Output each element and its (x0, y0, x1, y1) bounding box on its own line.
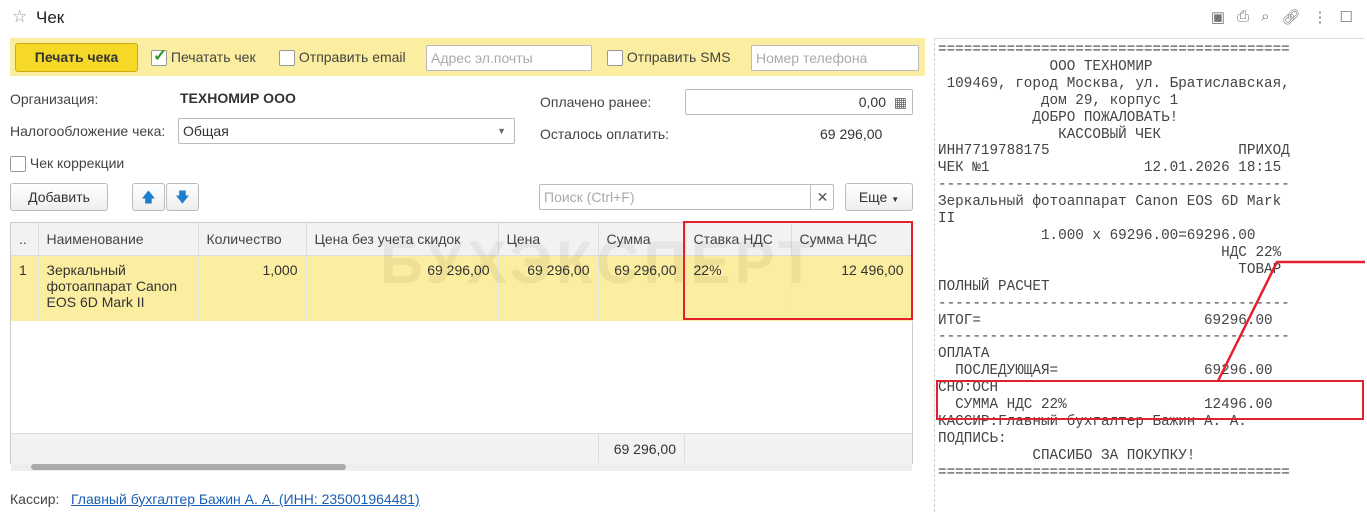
checkbox-box[interactable] (607, 50, 623, 67)
receipt-line: ИНН7719788175 ПРИХОД (938, 143, 1290, 160)
paid-earlier-input[interactable]: 0,00 ▦ (685, 89, 913, 115)
receipt-line: 109469, город Москва, ул. Братиславская, (938, 75, 1290, 92)
receipt-line: КАССОВЫЙ ЧЕК (938, 126, 1162, 143)
phone-input[interactable]: Номер телефона (751, 45, 919, 71)
receipt-line: СПАСИБО ЗА ПОКУПКУ! (938, 447, 1196, 464)
move-down-button[interactable]: 🡇 (166, 183, 199, 211)
print-check-button[interactable]: Печать чека (15, 43, 138, 72)
taxation-label: Налогообложение чека: (10, 123, 166, 139)
taxation-select[interactable]: Общая ▼ (178, 118, 515, 144)
table-footer (11, 433, 912, 463)
cell[interactable]: Зеркальный фотоаппарат Canon EOS 6D Mark… (38, 255, 199, 321)
correction-label: Чек коррекции (29, 155, 125, 171)
taxation-value: Общая (183, 123, 229, 139)
annotation-line (1216, 260, 1365, 382)
print-icon[interactable]: ⎙ (1237, 8, 1249, 26)
paid-earlier-label: Оплачено ранее: (540, 94, 652, 110)
add-button[interactable]: Добавить (10, 183, 108, 211)
cashier-label: Кассир: (10, 491, 60, 507)
receipt-line: Зеркальный фотоаппарат Canon EOS 6D Mark (938, 194, 1282, 211)
receipt-line: ООО ТЕХНОМИР (938, 58, 1153, 75)
horizontal-scrollbar[interactable] (11, 463, 912, 471)
receipt-line: ----------------------------------------… (938, 177, 1290, 194)
highlight-vat-sum (936, 380, 1364, 420)
col-header[interactable]: Наименование (38, 223, 199, 256)
email-input[interactable]: Адрес эл.почты (426, 45, 592, 71)
scrollbar-thumb[interactable] (31, 464, 346, 470)
col-header[interactable]: .. (11, 223, 39, 256)
checkbox-box[interactable] (151, 46, 167, 67)
arrow-down-icon: 🡇 (175, 189, 190, 205)
receipt-line: 1.000 x 69296.00=69296.00 (938, 227, 1256, 244)
receipt-line: дом 29, корпус 1 (938, 92, 1179, 109)
print-check-label: Печатать чек (170, 49, 256, 65)
more-label: Еще (858, 189, 888, 205)
checkbox-box[interactable] (279, 50, 295, 67)
organization-label: Организация: (10, 91, 99, 107)
highlight-vat-columns (683, 221, 913, 320)
preview-icon[interactable]: ⌕ (1261, 8, 1269, 26)
col-header[interactable]: Количество (198, 223, 307, 256)
arrow-up-icon: 🡅 (141, 189, 156, 205)
clear-search-icon[interactable]: ✕ (810, 184, 834, 210)
footer-total: 69 296,00 (598, 433, 685, 463)
cell[interactable]: 1 (11, 255, 39, 321)
window-title: Чек (36, 8, 65, 27)
send-email-checkbox[interactable]: Отправить email (279, 49, 406, 67)
window-actions: ▣ ⎙ ⌕ 🔗︎ ⋮ ☐ (1211, 8, 1353, 26)
organization-value[interactable]: ТЕХНОМИР ООО (180, 90, 296, 106)
maximize-icon[interactable]: ☐ (1340, 8, 1353, 26)
favorite-star-icon[interactable]: ☆ (12, 7, 27, 27)
receipt-line: ========================================… (938, 42, 1290, 58)
chevron-down-icon: ▼ (891, 195, 900, 204)
more-icon[interactable]: ⋮ (1313, 8, 1328, 26)
correction-checkbox[interactable]: Чек коррекции (10, 155, 125, 173)
receipt-line: II (938, 211, 956, 228)
send-sms-label: Отправить SMS (626, 49, 731, 65)
search-input[interactable]: Поиск (Ctrl+F) (539, 184, 834, 210)
remaining-label: Осталось оплатить: (540, 126, 670, 142)
more-button[interactable]: Еще ▼ (845, 183, 913, 211)
cell[interactable]: 1,000 (198, 255, 307, 321)
cashier-link[interactable]: Главный бухгалтер Бажин А. А. (ИНН: 2350… (71, 491, 420, 507)
receipt-line: ========================================… (938, 464, 1290, 481)
save-icon[interactable]: ▣ (1211, 8, 1225, 26)
move-up-button[interactable]: 🡅 (132, 183, 165, 211)
link-icon[interactable]: 🔗︎ (1282, 8, 1301, 26)
receipt-line: ДОБРО ПОЖАЛОВАТЬ! (938, 109, 1179, 126)
send-sms-checkbox[interactable]: Отправить SMS (607, 49, 731, 67)
print-check-checkbox[interactable]: Печатать чек (151, 46, 256, 67)
dropdown-arrow-icon[interactable]: ▼ (497, 119, 506, 143)
paid-earlier-value: 0,00 (858, 94, 886, 110)
calculator-icon[interactable]: ▦ (894, 90, 907, 114)
checkbox-box[interactable] (10, 156, 26, 173)
receipt-line: ЧЕК №1 12.01.2026 18:15 (938, 160, 1282, 177)
receipt-line: ПОДПИСЬ: (938, 430, 1007, 447)
send-email-label: Отправить email (298, 49, 406, 65)
remaining-value: 69 296,00 (820, 126, 883, 142)
